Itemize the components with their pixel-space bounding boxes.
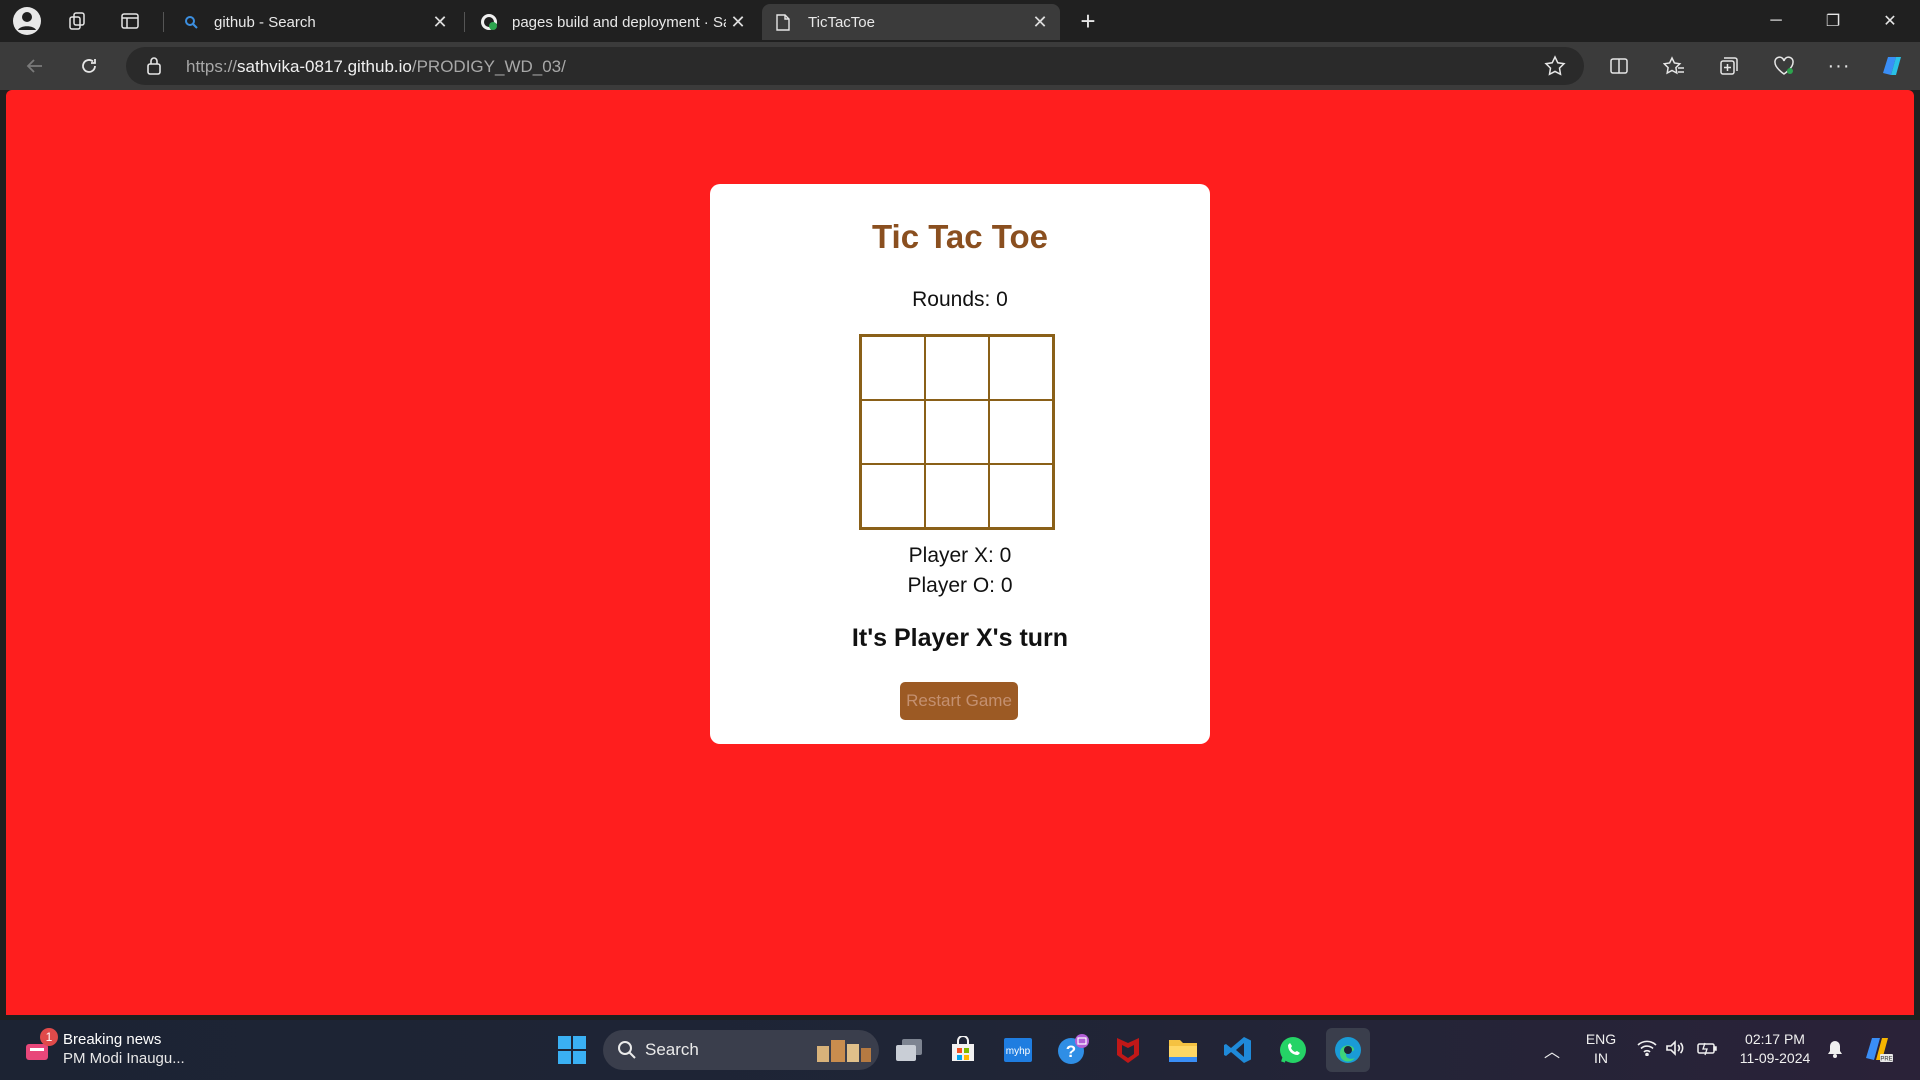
battery-icon[interactable] (1696, 1040, 1718, 1061)
tab-label: pages build and deployment · Sat (512, 13, 726, 31)
board-cell[interactable] (861, 336, 925, 400)
page-document-icon (776, 13, 794, 31)
taskbar-search-label: Search (645, 1040, 699, 1059)
tab-tictactoe[interactable]: TicTacToe ✕ (762, 4, 1060, 40)
player-x-score: Player X: 0 (908, 544, 1012, 567)
board-cell[interactable] (989, 336, 1053, 400)
game-card: Tic Tac Toe Rounds: 0 Player X: 0 Player… (710, 184, 1210, 744)
favorites-icon[interactable] (1656, 48, 1692, 84)
tab-label: github - Search (214, 13, 316, 31)
workspaces-icon[interactable] (60, 4, 94, 38)
player-o-score: Player O: 0 (907, 574, 1013, 597)
svg-text:?: ? (1066, 1042, 1076, 1061)
address-bar[interactable]: https://sathvika-0817.github.io/PRODIGY_… (126, 47, 1584, 85)
close-tab-icon[interactable]: ✕ (428, 10, 452, 34)
notification-badge: 1 (40, 1028, 58, 1046)
wifi-icon[interactable] (1637, 1040, 1657, 1061)
whatsapp-icon[interactable] (1271, 1028, 1315, 1072)
volume-icon[interactable] (1665, 1040, 1685, 1061)
copilot-icon[interactable] (1874, 48, 1910, 84)
vs-code-icon[interactable] (1216, 1028, 1260, 1072)
close-tab-icon[interactable]: ✕ (726, 10, 750, 34)
board-cell[interactable] (925, 400, 989, 464)
browser-essentials-icon[interactable] (1766, 48, 1802, 84)
more-options-icon[interactable]: ··· (1821, 48, 1857, 84)
file-explorer-icon[interactable] (1161, 1028, 1205, 1072)
board-cell[interactable] (861, 464, 925, 528)
github-logo-icon (480, 13, 500, 31)
browser-toolbar: https://sathvika-0817.github.io/PRODIGY_… (0, 42, 1920, 90)
search-icon (617, 1040, 637, 1065)
split-screen-icon[interactable] (1601, 48, 1637, 84)
news-subtitle: PM Modi Inaugu... (63, 1050, 185, 1067)
myhp-icon[interactable]: myhp (996, 1028, 1040, 1072)
board-cell[interactable] (989, 464, 1053, 528)
profile-avatar-icon[interactable] (10, 4, 44, 38)
notification-bell-icon[interactable] (1826, 1039, 1844, 1064)
language-indicator[interactable]: ENG IN (1580, 1030, 1622, 1068)
close-window-button[interactable]: ✕ (1862, 0, 1918, 42)
browser-tab-bar: github - Search ✕ pages build and deploy… (0, 0, 1920, 42)
board-cell[interactable] (925, 336, 989, 400)
show-hidden-icons-chevron-icon[interactable]: ︿ (1544, 1038, 1560, 1062)
restore-window-button[interactable]: ❐ (1805, 0, 1861, 42)
tab-pages-build[interactable]: pages build and deployment · Sat ✕ (466, 4, 758, 40)
board-cell[interactable] (861, 400, 925, 464)
favorite-star-icon[interactable] (1544, 55, 1566, 82)
copilot-taskbar-icon[interactable]: PRE (1862, 1034, 1894, 1069)
game-board (859, 334, 1055, 530)
task-view-icon[interactable] (887, 1028, 931, 1072)
clock[interactable]: 02:17 PM 11-09-2024 (1733, 1030, 1817, 1068)
tab-github-search[interactable]: github - Search ✕ (170, 4, 460, 40)
search-highlight-icon (813, 1036, 873, 1069)
close-tab-icon[interactable]: ✕ (1028, 10, 1052, 34)
refresh-icon[interactable] (71, 48, 107, 84)
taskbar-search-box[interactable]: Search (603, 1030, 879, 1070)
lock-icon[interactable] (146, 56, 162, 81)
rounds-counter: Rounds: 0 (912, 288, 1008, 311)
svg-text:myhp: myhp (1006, 1046, 1031, 1057)
svg-text:PRE: PRE (1880, 1057, 1892, 1063)
news-title: Breaking news (63, 1031, 162, 1048)
news-widget[interactable]: 1 Breaking news PM Modi Inaugu... (20, 1028, 200, 1072)
minimize-window-button[interactable]: ─ (1748, 0, 1804, 42)
collections-icon[interactable] (1711, 48, 1747, 84)
board-cell[interactable] (925, 464, 989, 528)
tab-label: TicTacToe (808, 13, 875, 31)
web-page-viewport: Tic Tac Toe Rounds: 0 Player X: 0 Player… (6, 90, 1914, 1015)
restart-game-button[interactable]: Restart Game (900, 682, 1018, 720)
back-arrow-icon[interactable] (17, 48, 53, 84)
new-tab-icon[interactable]: + (1071, 4, 1105, 38)
vertical-tabs-icon[interactable] (113, 4, 147, 38)
get-help-icon[interactable]: ? (1051, 1028, 1095, 1072)
board-cell[interactable] (989, 400, 1053, 464)
windows-start-icon[interactable] (550, 1028, 594, 1072)
url-text[interactable]: https://sathvika-0817.github.io/PRODIGY_… (186, 57, 566, 77)
mcafee-icon[interactable] (1106, 1028, 1150, 1072)
search-icon (184, 15, 202, 29)
windows-taskbar: 1 Breaking news PM Modi Inaugu... Search… (0, 1020, 1920, 1080)
turn-status: It's Player X's turn (851, 624, 1069, 652)
game-title: Tic Tac Toe (871, 218, 1049, 255)
microsoft-store-icon[interactable] (941, 1028, 985, 1072)
edge-browser-icon[interactable] (1326, 1028, 1370, 1072)
